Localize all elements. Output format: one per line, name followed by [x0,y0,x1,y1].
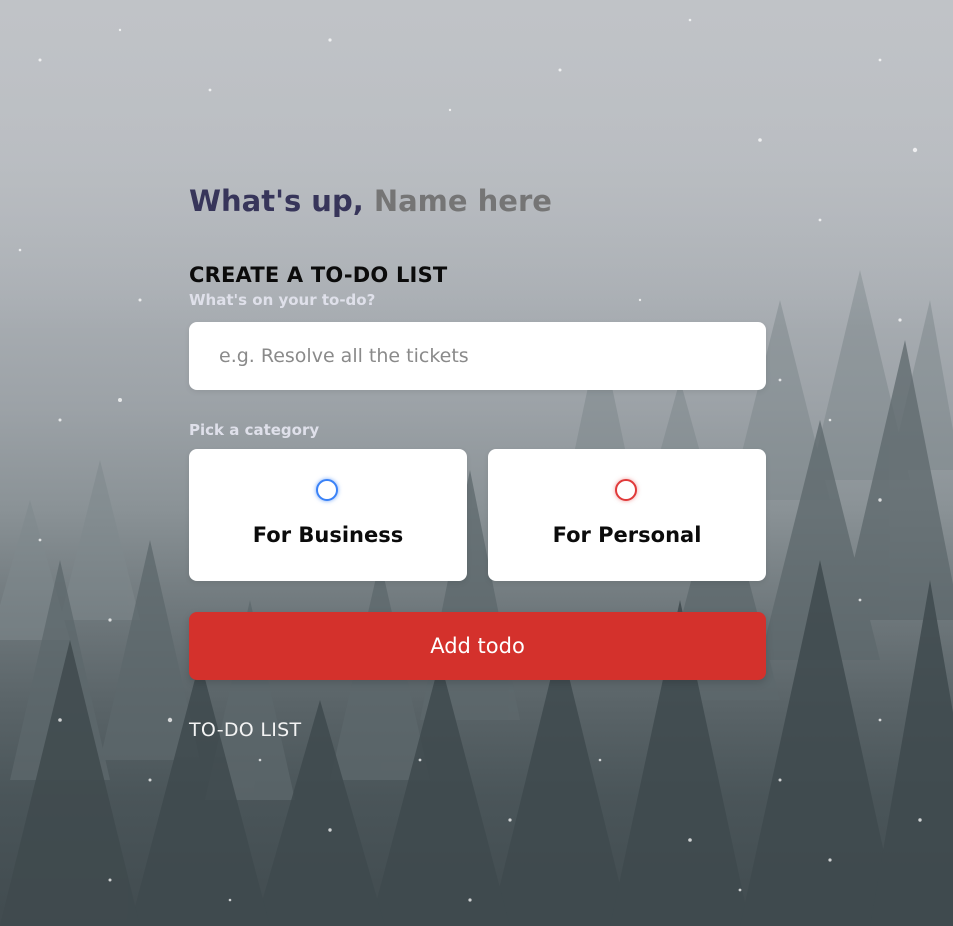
greeting-prefix: What's up, [189,184,364,218]
todo-list-title: TO-DO LIST [189,719,302,741]
category-option-label: For Business [252,523,404,547]
greeting: What's up, [189,180,766,222]
personal-radio-icon[interactable] [615,479,637,501]
todo-prompt-label: What's on your to-do? [189,291,376,309]
category-label: Pick a category [189,421,320,439]
create-section-title: CREATE A TO-DO LIST [189,263,448,287]
category-option-personal[interactable]: For Personal [488,449,766,581]
todo-input-container [189,322,766,390]
category-option-label: For Personal [552,523,702,547]
add-todo-button[interactable]: Add todo [189,612,766,680]
category-option-business[interactable]: For Business [189,449,467,581]
business-radio-icon[interactable] [316,479,338,501]
todo-input[interactable] [189,322,766,390]
name-input[interactable] [373,184,614,218]
category-options: For Business For Personal [189,449,766,581]
todo-app: What's up, CREATE A TO-DO LIST What's on… [189,180,766,741]
